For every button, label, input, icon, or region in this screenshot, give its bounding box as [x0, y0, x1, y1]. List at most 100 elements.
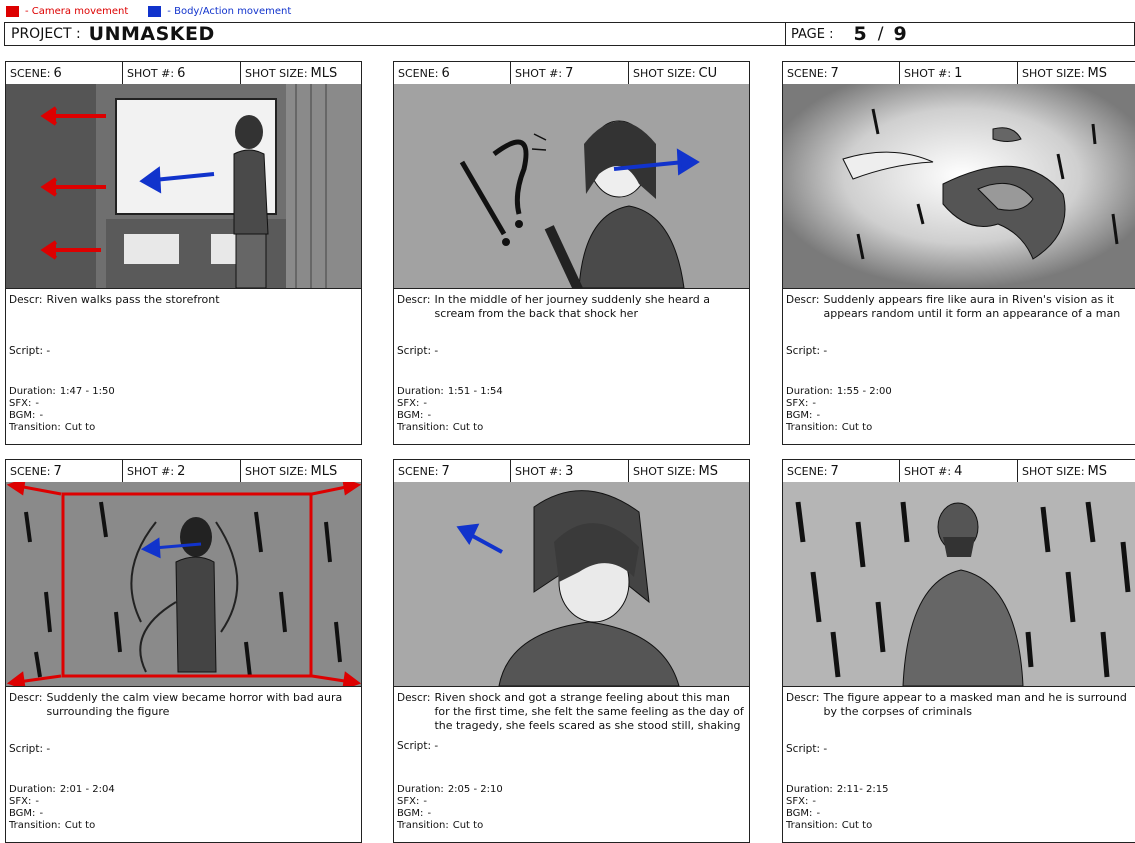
- panel-frame: [783, 84, 1135, 289]
- scene-cell: SCENE: 7: [394, 460, 511, 482]
- shot-label: SHOT #:: [127, 66, 175, 80]
- duration-label: Duration:: [9, 784, 56, 795]
- shot-size-label: SHOT SIZE:: [633, 464, 696, 478]
- duration-label: Duration:: [397, 784, 444, 795]
- storyboard-header: PROJECT : UNMASKED PAGE : 5 / 9: [4, 22, 1135, 46]
- storyboard-panel: SCENE: 7 SHOT #: 2 SHOT SIZE: MLS Descr: Sud…: [5, 459, 362, 843]
- duration-label: Duration:: [9, 386, 56, 397]
- script-line: Script: -: [9, 345, 50, 357]
- shot-meta: Duration: 2:05 - 2:10 SFX: - BGM: - Transit…: [397, 784, 503, 832]
- sfx-label: SFX:: [397, 796, 420, 807]
- shot-size-value: MS: [1087, 65, 1108, 81]
- shot-size-cell: SHOT SIZE: MLS: [241, 62, 361, 84]
- panel-frame: [6, 84, 361, 289]
- shot-value: 7: [565, 65, 574, 81]
- duration-value: 1:47 - 1:50: [59, 386, 115, 397]
- script-label: Script:: [397, 740, 431, 752]
- page-total: 9: [893, 23, 908, 45]
- storyboard-panel: SCENE: 6 SHOT #: 7 SHOT SIZE: CU Descr: In t…: [393, 61, 750, 445]
- script-value: -: [823, 345, 828, 357]
- script-value: -: [46, 345, 51, 357]
- bgm-value: -: [39, 808, 44, 819]
- shot-cell: SHOT #: 4: [900, 460, 1018, 482]
- panel-frame: [783, 482, 1135, 687]
- description: Descr: Riven shock and got a strange feel…: [397, 691, 745, 733]
- sfx-label: SFX:: [9, 796, 32, 807]
- panel-frame: [394, 84, 749, 289]
- sfx-value: -: [423, 398, 427, 409]
- bgm-value: -: [427, 808, 432, 819]
- project-title-cell: PROJECT : UNMASKED: [5, 23, 786, 45]
- shot-cell: SHOT #: 3: [511, 460, 629, 482]
- scene-label: SCENE:: [10, 464, 51, 478]
- scene-value: 7: [830, 463, 839, 479]
- shot-cell: SHOT #: 6: [123, 62, 241, 84]
- sfx-label: SFX:: [397, 398, 420, 409]
- shot-meta: Duration: 2:01 - 2:04 SFX: - BGM: - Transit…: [9, 784, 115, 832]
- script-label: Script:: [786, 345, 820, 357]
- transition-value: Cut to: [452, 820, 484, 831]
- description: Descr: The figure appear to a masked man …: [786, 691, 1135, 719]
- panel-header: SCENE: 7 SHOT #: 2 SHOT SIZE: MLS: [6, 460, 361, 483]
- duration-value: 2:01 - 2:04: [59, 784, 115, 795]
- shot-size-value: CU: [698, 65, 718, 81]
- scene-label: SCENE:: [398, 66, 439, 80]
- shot-size-cell: SHOT SIZE: MLS: [241, 460, 361, 482]
- description: Descr: Suddenly the calm view became horr…: [9, 691, 357, 719]
- shot-meta: Duration: 1:55 - 2:00 SFX: - BGM: - Transit…: [786, 386, 892, 434]
- script-line: Script: -: [397, 740, 438, 752]
- shot-meta: Duration: 1:47 - 1:50 SFX: - BGM: - Transit…: [9, 386, 115, 434]
- panel-header: SCENE: 7 SHOT #: 4 SHOT SIZE: MS: [783, 460, 1135, 483]
- duration-value: 2:11- 2:15: [836, 784, 889, 795]
- project-name: UNMASKED: [88, 23, 215, 45]
- sfx-value: -: [812, 796, 816, 807]
- scene-cell: SCENE: 7: [6, 460, 123, 482]
- page-current: 5: [853, 23, 868, 45]
- descr-label: Descr:: [397, 692, 431, 704]
- panel-frame: [6, 482, 361, 687]
- shot-label: SHOT #:: [515, 66, 563, 80]
- scene-value: 6: [441, 65, 450, 81]
- descr-text: Riven shock and got a strange feeling ab…: [434, 691, 744, 732]
- shot-size-label: SHOT SIZE:: [633, 66, 696, 80]
- legend: - Camera movement - Body/Action movement: [6, 3, 291, 19]
- descr-label: Descr:: [786, 692, 820, 704]
- script-label: Script:: [9, 345, 43, 357]
- script-label: Script:: [9, 743, 43, 755]
- script-line: Script: -: [786, 345, 827, 357]
- description: Descr: In the middle of her journey sudde…: [397, 293, 745, 321]
- script-value: -: [46, 743, 51, 755]
- shot-size-value: MLS: [310, 463, 338, 479]
- description: Descr: Riven walks pass the storefront: [9, 293, 357, 307]
- duration-value: 2:05 - 2:10: [447, 784, 503, 795]
- transition-label: Transition:: [397, 422, 449, 433]
- panel-header: SCENE: 6 SHOT #: 7 SHOT SIZE: CU: [394, 62, 749, 85]
- bgm-label: BGM:: [786, 808, 813, 819]
- shot-meta: Duration: 1:51 - 1:54 SFX: - BGM: - Transit…: [397, 386, 503, 434]
- duration-label: Duration:: [786, 784, 833, 795]
- masked-figure-dark-aura-drawing: [6, 482, 361, 686]
- duration-value: 1:55 - 2:00: [836, 386, 892, 397]
- shot-size-cell: SHOT SIZE: MS: [1018, 62, 1135, 84]
- sfx-label: SFX:: [786, 796, 809, 807]
- camera-legend-label: - Camera movement: [25, 5, 129, 17]
- shot-value: 2: [177, 463, 186, 479]
- page-indicator: PAGE : 5 / 9: [791, 23, 908, 45]
- scene-value: 7: [53, 463, 62, 479]
- scene-value: 7: [441, 463, 450, 479]
- shot-size-value: MLS: [310, 65, 338, 81]
- bgm-label: BGM:: [9, 808, 36, 819]
- shot-value: 4: [954, 463, 963, 479]
- transition-value: Cut to: [64, 422, 96, 433]
- transition-label: Transition:: [786, 422, 838, 433]
- shot-cell: SHOT #: 7: [511, 62, 629, 84]
- transition-value: Cut to: [452, 422, 484, 433]
- storyboard-panel: SCENE: 6 SHOT #: 6 SHOT SIZE: MLS Descr:…: [5, 61, 362, 445]
- script-label: Script:: [786, 743, 820, 755]
- descr-label: Descr:: [397, 294, 431, 306]
- shot-size-label: SHOT SIZE:: [245, 464, 308, 478]
- shot-cell: SHOT #: 1: [900, 62, 1018, 84]
- sfx-label: SFX:: [9, 398, 32, 409]
- fire-aura-swirl-drawing: [783, 84, 1135, 288]
- body-legend-swatch: [148, 5, 162, 17]
